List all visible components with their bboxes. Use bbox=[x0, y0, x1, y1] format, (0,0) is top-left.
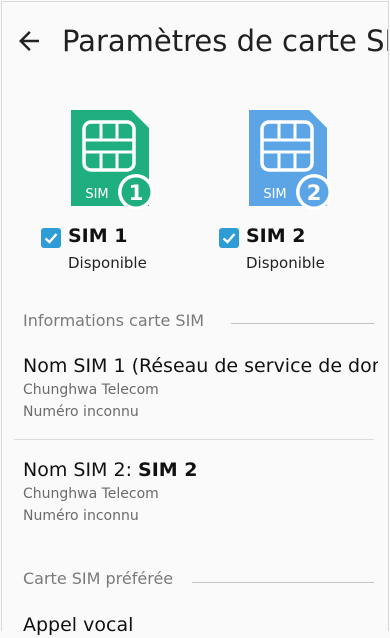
page-title: Paramètres de carte SIM d... bbox=[62, 24, 388, 58]
section-divider-line bbox=[192, 582, 374, 583]
sim2-badge-text: SIM bbox=[263, 187, 286, 202]
voice-call-title: Appel vocal bbox=[23, 614, 134, 636]
section-divider-line bbox=[231, 323, 374, 324]
sim2-status: Disponible bbox=[246, 254, 325, 272]
sim1-checkbox[interactable] bbox=[41, 228, 61, 248]
sim-card-1[interactable]: 1 SIM SIM 1 Disponible bbox=[22, 102, 192, 277]
sim1-label: SIM 1 bbox=[68, 225, 128, 247]
sim-card-blue-icon: 2 SIM bbox=[249, 110, 332, 210]
sim1-number: Numéro inconnu bbox=[23, 404, 139, 420]
sim2-number: Numéro inconnu bbox=[23, 508, 139, 524]
sim2-name-value: SIM 2 bbox=[138, 459, 198, 481]
info-section-header: Informations carte SIM bbox=[23, 311, 205, 330]
sim-cards-row: 1 SIM SIM 1 Disponible 2 SIM SIM 2 Dispo… bbox=[2, 102, 388, 277]
list-divider bbox=[14, 439, 374, 440]
preferred-section-header: Carte SIM préférée bbox=[23, 569, 174, 588]
sim2-name-prefix: Nom SIM 2: bbox=[23, 459, 139, 481]
sim1-name-item[interactable]: Nom SIM 1 (Réseau de service de donné.. … bbox=[23, 353, 378, 423]
sim1-status: Disponible bbox=[68, 254, 147, 272]
sim2-checkbox[interactable] bbox=[219, 228, 239, 248]
sim2-name-item[interactable]: Nom SIM 2: SIM 2 Chunghwa Telecom Numéro… bbox=[23, 457, 378, 527]
sim2-label: SIM 2 bbox=[246, 225, 306, 247]
sim-card-2[interactable]: 2 SIM SIM 2 Disponible bbox=[200, 102, 370, 277]
checkmark-icon bbox=[222, 233, 236, 244]
sim1-badge-number: 1 bbox=[129, 181, 144, 205]
sim2-carrier: Chunghwa Telecom bbox=[23, 486, 159, 502]
back-arrow-icon[interactable] bbox=[14, 26, 44, 56]
app-bar: Paramètres de carte SIM d... bbox=[2, 2, 388, 82]
voice-call-item[interactable]: Appel vocal bbox=[23, 612, 378, 638]
sim1-name-title: Nom SIM 1 (Réseau de service de donné.. bbox=[23, 355, 378, 377]
sim1-carrier: Chunghwa Telecom bbox=[23, 382, 159, 398]
sim-card-green-icon: 1 SIM bbox=[71, 110, 154, 210]
sim2-badge-number: 2 bbox=[307, 181, 322, 205]
sim2-name-title: Nom SIM 2: SIM 2 bbox=[23, 457, 378, 483]
sim-settings-screen: Paramètres de carte SIM d... 1 SIM SIM 1… bbox=[1, 1, 389, 636]
checkmark-icon bbox=[44, 233, 58, 244]
sim1-badge-text: SIM bbox=[85, 187, 108, 202]
